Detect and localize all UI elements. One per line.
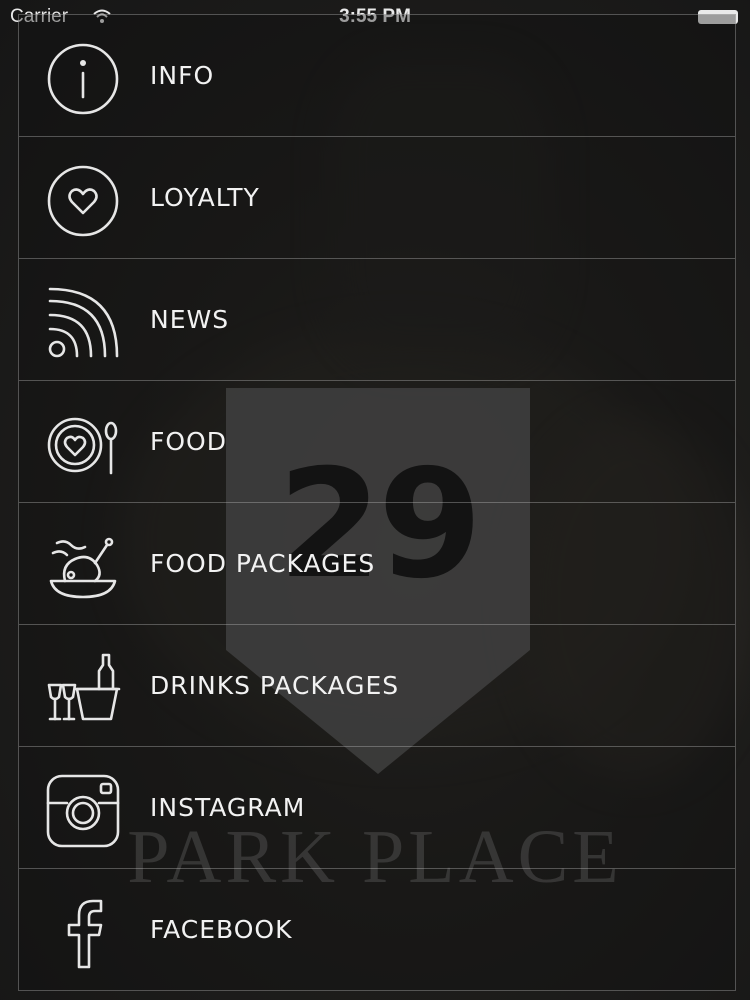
menu-item-food[interactable]: FOOD (19, 381, 735, 503)
menu-item-food-packages[interactable]: FOOD PACKAGES (19, 503, 735, 625)
menu-item-drinks-packages[interactable]: DRINKS PACKAGES (19, 625, 735, 747)
facebook-icon (45, 895, 121, 971)
menu-item-label: FOOD (150, 427, 227, 456)
menu-item-facebook[interactable]: FACEBOOK (19, 869, 735, 991)
menu-item-label: LOYALTY (150, 183, 260, 212)
champagne-bucket-icon (45, 651, 121, 727)
info-icon (45, 41, 121, 117)
menu-item-label: DRINKS PACKAGES (150, 671, 400, 700)
menu-item-label: NEWS (150, 305, 230, 334)
menu-item-loyalty[interactable]: LOYALTY (19, 137, 735, 259)
menu-item-news[interactable]: NEWS (19, 259, 735, 381)
roast-chicken-icon (45, 529, 121, 605)
side-menu: INFO LOYALTY NEWS FOOD FOOD PACKAGES DRI… (18, 14, 736, 991)
heart-icon (45, 163, 121, 239)
menu-item-instagram[interactable]: INSTAGRAM (19, 747, 735, 869)
menu-item-label: FACEBOOK (150, 915, 293, 944)
instagram-icon (45, 773, 121, 849)
menu-item-label: INSTAGRAM (150, 793, 306, 822)
plate-heart-icon (45, 407, 121, 483)
menu-item-label: INFO (150, 61, 215, 90)
rss-icon (45, 285, 121, 361)
menu-item-info[interactable]: INFO (19, 15, 735, 137)
app-screen: 29 PARK PLACE Carrier 3:55 PM INFO LOYAL… (0, 0, 750, 1000)
menu-item-label: FOOD PACKAGES (150, 549, 376, 578)
